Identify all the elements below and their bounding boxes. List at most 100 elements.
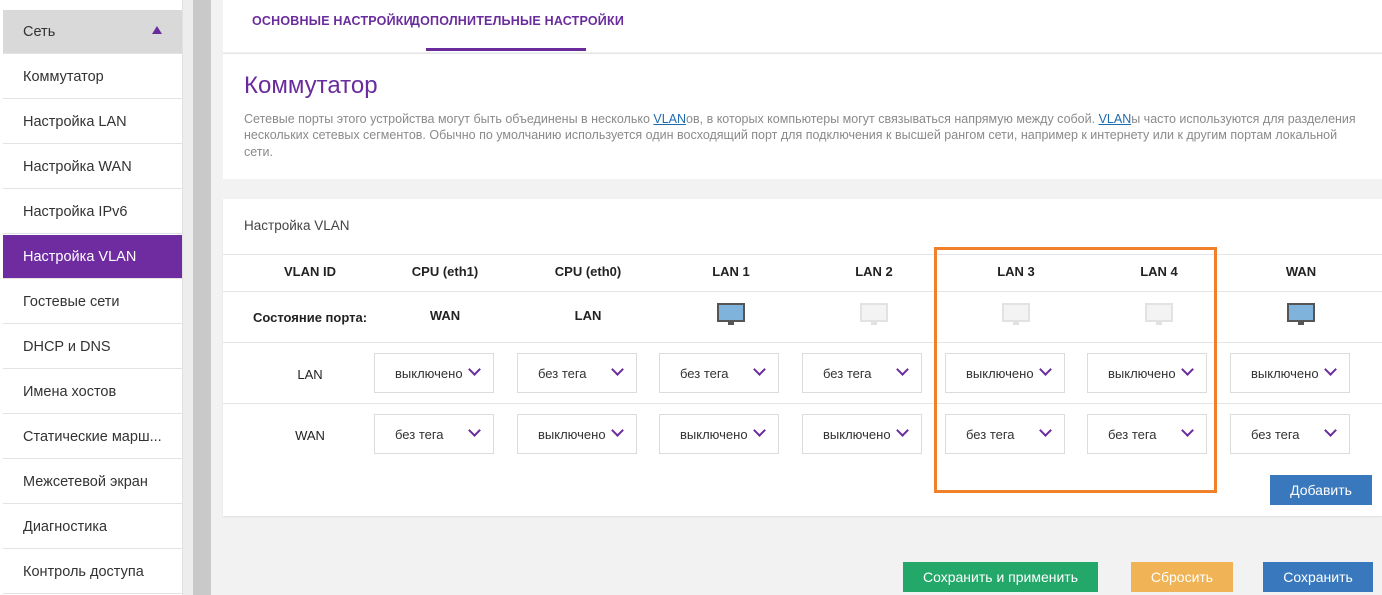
vlan-link[interactable]: VLAN [653,112,686,126]
sidebar-item-label: Статические марш... [23,428,162,445]
tab-basic-settings[interactable]: ОСНОВНЫЕ НАСТРОЙКИ [252,14,413,28]
chevron-down-icon [611,424,624,437]
sidebar-item-label: Диагностика [23,518,108,535]
select-value: без тега [823,365,872,381]
vlan-wan-lan1-select[interactable]: выключено [659,414,779,454]
sidebar-item-hostnames[interactable]: Имена хостов [3,370,182,414]
vlan-lan-lan1-select[interactable]: без тега [659,353,779,393]
port-state-cpu-eth0: LAN [574,308,602,323]
select-value: выключено [823,426,891,442]
divider [223,291,1382,292]
sidebar-group-network[interactable]: Сеть [3,10,182,54]
select-value: без тега [966,426,1015,442]
sidebar-item-label: Межсетевой экран [23,473,148,490]
description-text: ов, в которых компьютеры могут связывать… [686,112,1099,126]
vlan-lan-lan3-select[interactable]: выключено [945,353,1065,393]
sidebar-item-label: Настройка LAN [23,113,127,130]
sidebar-item-label: Коммутатор [23,68,104,85]
chevron-down-icon [1039,363,1052,376]
sidebar-item-dhcp-dns[interactable]: DHCP и DNS [3,325,182,369]
sidebar-item-guest-networks[interactable]: Гостевые сети [3,280,182,324]
port-wan-connected-icon [1287,303,1315,326]
port-lan4-disconnected-icon [1145,303,1173,326]
select-value: без тега [1251,426,1300,442]
column-header-lan4: LAN 4 [1140,264,1178,279]
select-value: выключено [395,365,463,381]
sidebar-item-label: Имена хостов [23,383,117,400]
chevron-down-icon [753,363,766,376]
tab-advanced-settings[interactable]: ДОПОЛНИТЕЛЬНЫЕ НАСТРОЙКИ [411,14,624,28]
panel-title: Настройка VLAN [244,218,350,233]
column-header-lan1: LAN 1 [712,264,750,279]
main-content: ОСНОВНЫЕ НАСТРОЙКИ ДОПОЛНИТЕЛЬНЫЕ НАСТРО… [211,0,1382,595]
sidebar-item-label: Контроль доступа [23,563,144,580]
vlan-lan-wan-select[interactable]: выключено [1230,353,1350,393]
port-lan1-connected-icon [717,303,745,326]
divider [223,403,1382,404]
sidebar-item-diagnostics[interactable]: Диагностика [3,505,182,549]
divider [223,254,1382,255]
select-value: выключено [966,365,1034,381]
vlan-wan-lan2-select[interactable]: выключено [802,414,922,454]
sidebar-item-wan-settings[interactable]: Настройка WAN [3,145,182,189]
sidebar: Сеть Коммутатор Настройка LAN Настройка … [0,0,183,595]
sidebar-item-static-routes[interactable]: Статические марш... [3,415,182,459]
sidebar-item-label: Сеть [23,23,56,40]
add-vlan-button[interactable]: Добавить [1270,475,1372,505]
chevron-down-icon [896,424,909,437]
page-title: Коммутатор [244,72,378,99]
column-header-cpu-eth0: CPU (eth0) [554,264,622,279]
sidebar-item-vlan-settings[interactable]: Настройка VLAN [3,235,182,279]
select-value: без тега [395,426,444,442]
save-button[interactable]: Сохранить [1263,562,1373,592]
vlan-lan-cpu-eth0-select[interactable]: без тега [517,353,637,393]
save-and-apply-button[interactable]: Сохранить и применить [903,562,1098,592]
select-value: без тега [1108,426,1157,442]
chevron-down-icon [1324,363,1337,376]
vlan-wan-cpu-eth0-select[interactable]: выключено [517,414,637,454]
select-value: выключено [1251,365,1319,381]
vlan-link[interactable]: VLAN [1099,112,1132,126]
chevron-down-icon [611,363,624,376]
select-value: без тега [680,365,729,381]
chevron-down-icon [1324,424,1337,437]
vlan-wan-wan-select[interactable]: без тега [1230,414,1350,454]
intro-section: Коммутатор Сетевые порты этого устройств… [223,53,1382,179]
column-header-cpu-eth1: CPU (eth1) [411,264,479,279]
vlan-lan-lan2-select[interactable]: без тега [802,353,922,393]
page-description: Сетевые порты этого устройства могут быт… [244,111,1364,160]
sidebar-item-access-control[interactable]: Контроль доступа [3,550,182,594]
sidebar-item-switch[interactable]: Коммутатор [3,55,182,99]
sidebar-item-label: Настройка WAN [23,158,132,175]
column-header-wan: WAN [1285,264,1317,279]
chevron-down-icon [1181,424,1194,437]
chevron-down-icon [753,424,766,437]
vlan-wan-cpu-eth1-select[interactable]: без тега [374,414,494,454]
sidebar-item-label: Настройка IPv6 [23,203,128,220]
chevron-down-icon [468,424,481,437]
sidebar-item-label: Гостевые сети [23,293,120,310]
port-lan2-disconnected-icon [860,303,888,326]
collapse-arrow-icon [152,26,162,34]
select-value: без тега [538,365,587,381]
vlan-settings-panel: Настройка VLAN VLAN ID CPU (eth1) CPU (e… [223,199,1382,516]
vlan-lan-lan4-select[interactable]: выключено [1087,353,1207,393]
sidebar-item-ipv6-settings[interactable]: Настройка IPv6 [3,190,182,234]
sidebar-item-lan-settings[interactable]: Настройка LAN [3,100,182,144]
port-lan3-disconnected-icon [1002,303,1030,326]
column-header-lan3: LAN 3 [997,264,1035,279]
vlan-wan-lan4-select[interactable]: без тега [1087,414,1207,454]
scrollbar[interactable] [193,0,211,595]
description-text: Сетевые порты этого устройства могут быт… [244,112,654,126]
port-state-label: Состояние порта: [252,310,368,325]
chevron-down-icon [1181,363,1194,376]
sidebar-item-label: Настройка VLAN [23,248,137,265]
sidebar-item-label: DHCP и DNS [23,338,111,355]
select-value: выключено [1108,365,1176,381]
vlan-wan-lan3-select[interactable]: без тега [945,414,1065,454]
chevron-down-icon [468,363,481,376]
vlan-lan-cpu-eth1-select[interactable]: выключено [374,353,494,393]
sidebar-item-firewall[interactable]: Межсетевой экран [3,460,182,504]
reset-button[interactable]: Сбросить [1131,562,1233,592]
divider [223,342,1382,343]
